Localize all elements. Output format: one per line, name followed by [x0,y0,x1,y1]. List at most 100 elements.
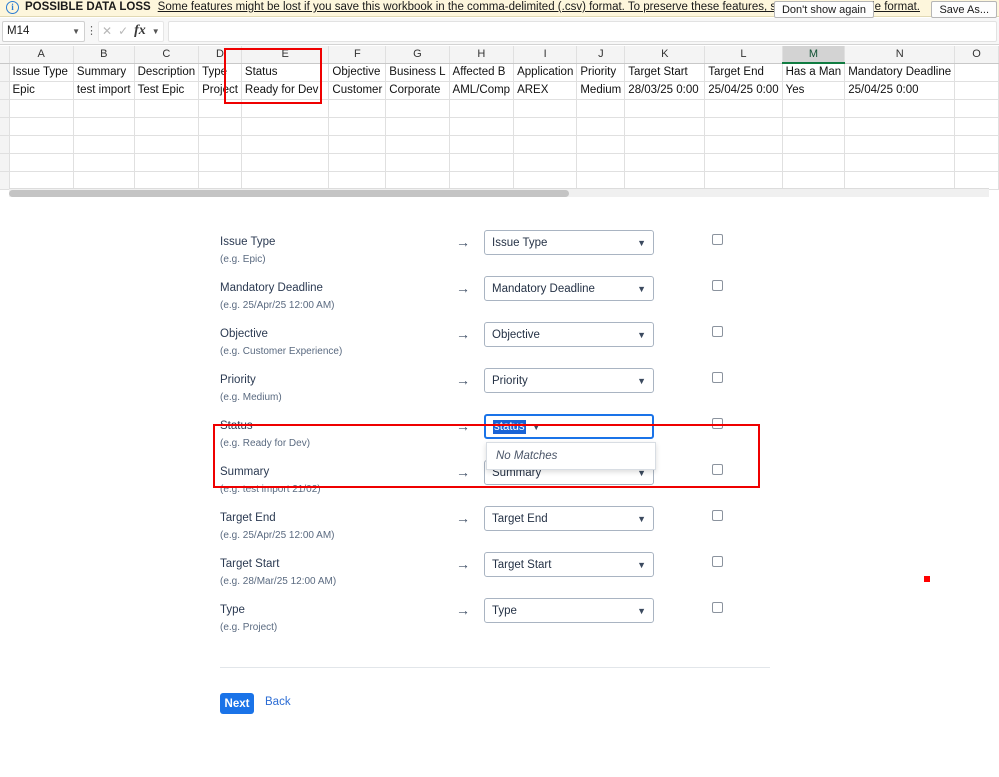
cancel-icon[interactable]: ✕ [102,24,112,38]
cell-i[interactable]: Application [513,63,578,82]
save-as-button[interactable]: Save As... [931,1,997,18]
cell-b[interactable] [73,99,135,118]
cell-j[interactable] [576,99,626,118]
column-header-o[interactable]: O [954,46,999,64]
cell-l[interactable] [704,135,783,154]
confirm-icon[interactable]: ✓ [118,24,128,38]
chevron-down-icon[interactable]: ▼ [637,284,646,294]
cell-h[interactable] [449,135,515,154]
cell-m[interactable]: Has a Man [782,63,846,82]
cell-a[interactable] [9,117,74,136]
cell-n[interactable] [844,117,956,136]
cell-o[interactable] [954,117,999,136]
cell-f[interactable] [328,135,387,154]
cell-j[interactable]: Priority [576,63,626,82]
cell-n[interactable] [844,171,956,190]
horizontal-scrollbar-thumb[interactable] [9,190,569,197]
cell-g[interactable] [385,99,450,118]
cell-i[interactable] [513,117,578,136]
cell-f[interactable]: Objective [328,63,387,82]
cell-f[interactable] [328,99,387,118]
column-header-m[interactable]: M [782,46,846,64]
cell-c[interactable] [134,153,200,172]
cell-i[interactable] [513,153,578,172]
cell-g[interactable] [385,135,450,154]
cell-g[interactable] [385,153,450,172]
cell-b[interactable]: test import [73,81,135,100]
cell-d[interactable] [198,99,242,118]
cell-m[interactable] [782,171,846,190]
column-header-n[interactable]: N [844,46,956,64]
cell-d[interactable]: Type [198,63,242,82]
row-header[interactable] [0,117,10,136]
cell-a[interactable]: Issue Type [9,63,74,82]
column-header-b[interactable]: B [73,46,135,64]
cell-b[interactable] [73,117,135,136]
cell-k[interactable]: 28/03/25 0:00 [624,81,706,100]
cell-b[interactable] [73,153,135,172]
cell-n[interactable] [844,99,956,118]
mapping-checkbox[interactable] [711,510,723,521]
cell-m[interactable] [782,135,846,154]
cell-f[interactable] [328,153,387,172]
cell-e[interactable]: Status [241,63,330,82]
cell-l[interactable]: 25/04/25 0:00 [704,81,783,100]
mapping-select-type[interactable]: Type ▼ [484,598,654,623]
column-header-e[interactable]: E [241,46,330,64]
cell-d[interactable]: Project [198,81,242,100]
chevron-down-icon[interactable]: ▼ [637,514,646,524]
cell-l[interactable] [704,99,783,118]
column-header-c[interactable]: C [134,46,200,64]
mapping-select-target-end[interactable]: Target End ▼ [484,506,654,531]
cell-d[interactable] [198,135,242,154]
column-header-i[interactable]: I [513,46,578,64]
mapping-select-objective[interactable]: Objective ▼ [484,322,654,347]
cell-l[interactable] [704,153,783,172]
mapping-select-priority[interactable]: Priority ▼ [484,368,654,393]
mapping-select-status[interactable]: status ▼ No Matches [484,414,656,470]
more-options-icon[interactable]: ⋮ [85,26,98,37]
cell-b[interactable]: Summary [73,63,135,82]
mapping-checkbox[interactable] [711,602,723,613]
cell-e[interactable] [241,153,330,172]
cell-h[interactable] [449,99,515,118]
mapping-checkbox[interactable] [711,234,723,245]
cell-j[interactable]: Medium [576,81,626,100]
cell-m[interactable] [782,117,846,136]
cell-o[interactable] [954,153,999,172]
mapping-select-mandatory-deadline[interactable]: Mandatory Deadline ▼ [484,276,654,301]
name-box[interactable]: M14 ▼ [2,20,85,42]
cell-n[interactable] [844,135,956,154]
column-header-a[interactable]: A [9,46,74,64]
cell-h[interactable]: AML/Comp [449,81,515,100]
cell-m[interactable] [782,153,846,172]
horizontal-scrollbar[interactable] [9,188,989,197]
chevron-down-icon[interactable]: ▼ [152,27,160,36]
chevron-down-icon[interactable]: ▼ [637,330,646,340]
column-header-f[interactable]: F [328,46,387,64]
cell-l[interactable] [704,171,783,190]
cell-d[interactable] [198,171,242,190]
cell-n[interactable]: Mandatory Deadline [844,63,956,82]
cell-g[interactable]: Business L [385,63,450,82]
mapping-checkbox[interactable] [711,326,723,337]
row-header[interactable] [0,171,10,190]
mapping-checkbox[interactable] [711,280,723,291]
formula-input[interactable] [167,20,997,42]
cell-h[interactable] [449,153,515,172]
cell-f[interactable] [328,117,387,136]
cell-a[interactable] [9,99,74,118]
column-header-g[interactable]: G [385,46,450,64]
cell-o[interactable] [954,63,999,82]
cell-n[interactable]: 25/04/25 0:00 [844,81,956,100]
column-header-l[interactable]: L [704,46,783,64]
mapping-checkbox[interactable] [711,556,723,567]
cell-j[interactable] [576,117,626,136]
cell-g[interactable]: Corporate [385,81,450,100]
cell-c[interactable] [134,171,200,190]
cell-a[interactable] [9,135,74,154]
cell-g[interactable] [385,171,450,190]
row-header[interactable] [0,63,10,82]
dont-show-again-button[interactable]: Don't show again [773,1,874,18]
cell-f[interactable]: Customer [328,81,387,100]
